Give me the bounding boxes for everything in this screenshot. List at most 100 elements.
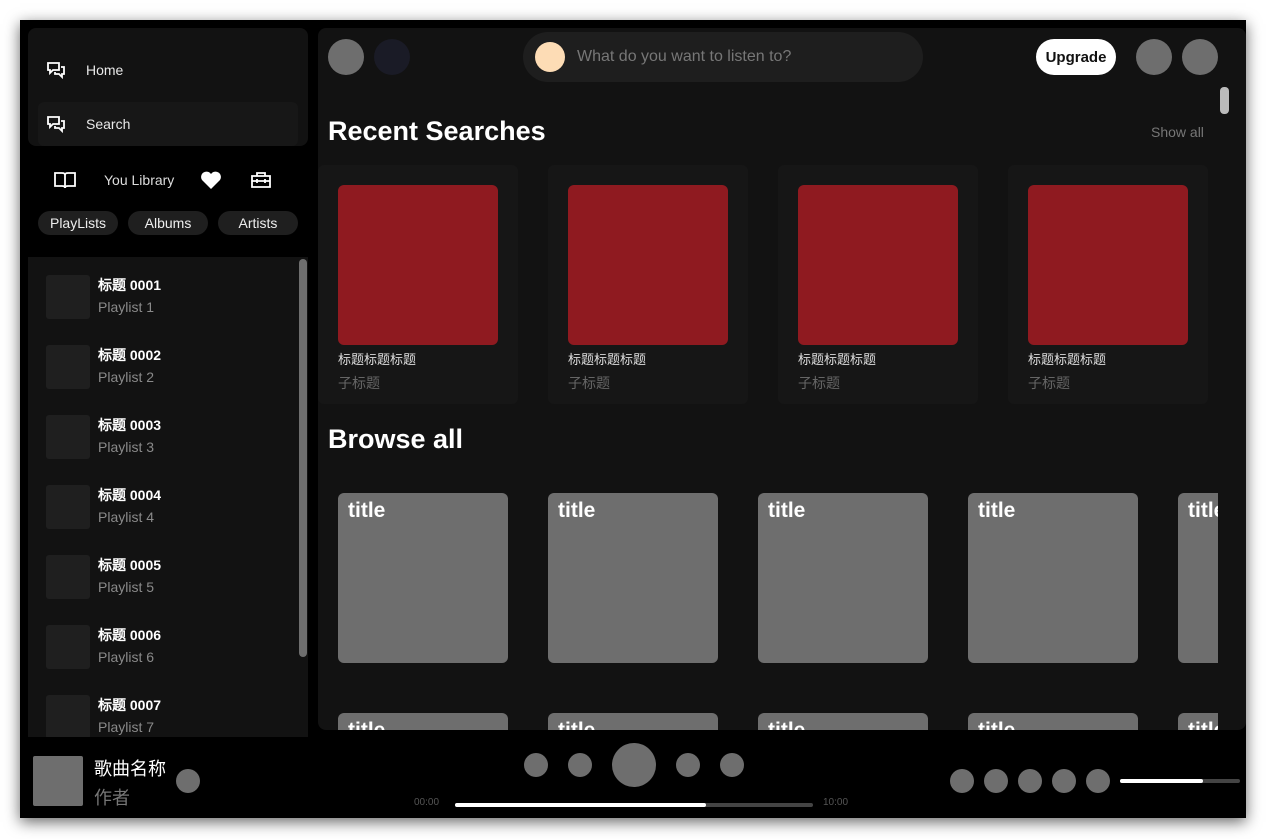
tile-title: title (1188, 499, 1218, 522)
playlist-subtitle: Playlist 2 (98, 369, 155, 385)
playlist-subtitle: Playlist 6 (98, 649, 155, 665)
time-total: 10:00 (823, 797, 849, 808)
playlist-title: 标题 0001 (98, 277, 162, 293)
sidebar-item-label: Search (86, 116, 131, 132)
toolbox-icon[interactable] (250, 171, 272, 189)
sidebar-item-search[interactable]: Search (38, 102, 298, 146)
fullscreen-button[interactable] (1086, 769, 1110, 793)
upgrade-button[interactable]: Upgrade (1036, 39, 1116, 75)
card-image (568, 185, 728, 345)
list-item[interactable]: 标题 0005 Playlist 5 (46, 555, 296, 599)
library-label[interactable]: You Library (104, 172, 174, 188)
list-item[interactable]: 标题 0003 Playlist 3 (46, 415, 296, 459)
playlist-thumbnail (46, 625, 90, 669)
main-content: What do you want to listen to? Upgrade R… (318, 28, 1246, 730)
card-image (338, 185, 498, 345)
volume-fill (1120, 779, 1203, 783)
sidebar-nav: Home Search (28, 28, 308, 146)
lyrics-button[interactable] (950, 769, 974, 793)
tile-title: title (348, 499, 386, 522)
tile-title: title (768, 719, 805, 730)
playlist-title: 标题 0003 (98, 417, 162, 433)
recent-card[interactable]: 标题标题标题 子标题 (1008, 165, 1208, 404)
notifications-button[interactable] (1136, 39, 1172, 75)
tile-title: title (558, 719, 595, 730)
filter-artists[interactable]: Artists (218, 211, 298, 235)
search-icon (535, 42, 565, 72)
browse-tile[interactable]: title (758, 713, 928, 730)
playlist-subtitle: Playlist 1 (98, 299, 155, 315)
list-item[interactable]: 标题 0002 Playlist 2 (46, 345, 296, 389)
playlist-thumbnail (46, 275, 90, 319)
search-input[interactable]: What do you want to listen to? (577, 48, 791, 66)
search-bar[interactable]: What do you want to listen to? (523, 32, 923, 82)
filter-playlists[interactable]: PlayLists (38, 211, 118, 235)
book-icon[interactable] (54, 171, 76, 189)
playlist-title: 标题 0007 (98, 697, 162, 713)
devices-button[interactable] (1018, 769, 1042, 793)
browse-tile[interactable]: title (338, 493, 508, 663)
list-item[interactable]: 标题 0006 Playlist 6 (46, 625, 296, 669)
recent-searches-title: Recent Searches (328, 116, 546, 146)
sidebar-item-home[interactable]: Home (38, 48, 298, 92)
browse-tile[interactable]: title (338, 713, 508, 730)
playlist-title: 标题 0006 (98, 627, 162, 643)
card-subtitle: 子标题 (1028, 375, 1070, 391)
playlist-thumbnail (46, 555, 90, 599)
browse-tile[interactable]: title (968, 493, 1138, 663)
playlist-subtitle: Playlist 4 (98, 509, 155, 525)
card-subtitle: 子标题 (568, 375, 610, 391)
volume-slider[interactable] (1120, 779, 1240, 783)
time-current: 00:00 (414, 797, 440, 808)
previous-button[interactable] (568, 753, 592, 777)
tile-title: title (978, 719, 1015, 730)
sidebar-scrollbar[interactable] (299, 259, 307, 657)
browse-all-title: Browse all (328, 424, 464, 454)
browse-tile[interactable]: title (758, 493, 928, 663)
browse-tile[interactable]: title (1178, 713, 1218, 730)
song-artist[interactable]: 作者 (94, 784, 130, 810)
filter-albums[interactable]: Albums (128, 211, 208, 235)
avatar[interactable] (1182, 39, 1218, 75)
recent-card[interactable]: 标题标题标题 子标题 (548, 165, 748, 404)
browse-tile[interactable]: title (548, 493, 718, 663)
repeat-button[interactable] (720, 753, 744, 777)
back-button[interactable] (328, 39, 364, 75)
playlist-thumbnail (46, 415, 90, 459)
chat-bubbles-icon (47, 116, 65, 134)
browse-tile[interactable]: title (1178, 493, 1218, 663)
card-subtitle: 子标题 (798, 375, 840, 391)
progress-bar[interactable] (455, 803, 813, 807)
app-window: Home Search You Library PlayLists Albums… (20, 20, 1246, 818)
next-button[interactable] (676, 753, 700, 777)
progress-fill (455, 803, 706, 807)
list-item[interactable]: 标题 0004 Playlist 4 (46, 485, 296, 529)
card-image (798, 185, 958, 345)
playlist-list: 标题 0001 Playlist 1 标题 0002 Playlist 2 标题 0… (28, 257, 308, 737)
forward-button[interactable] (374, 39, 410, 75)
main-scrollbar[interactable] (1220, 87, 1229, 114)
playlist-title: 标题 0004 (98, 487, 162, 503)
browse-tile[interactable]: title (968, 713, 1138, 730)
heart-icon[interactable] (200, 170, 222, 190)
browse-tile[interactable]: title (548, 713, 718, 730)
recent-card[interactable]: 标题标题标题 子标题 (318, 165, 518, 404)
player-bar: 歌曲名称 作者 00:00 10:00 (20, 730, 1246, 818)
album-art (33, 756, 83, 806)
show-all-link[interactable]: Show all (1151, 124, 1204, 140)
playlist-thumbnail (46, 345, 90, 389)
playlist-title: 标题 0005 (98, 557, 162, 573)
library-header: You Library (50, 166, 300, 194)
queue-button[interactable] (984, 769, 1008, 793)
mute-button[interactable] (1052, 769, 1076, 793)
recent-card[interactable]: 标题标题标题 子标题 (778, 165, 978, 404)
play-button[interactable] (612, 743, 656, 787)
shuffle-button[interactable] (524, 753, 548, 777)
playlist-thumbnail (46, 485, 90, 529)
card-title: 标题标题标题 (1028, 352, 1107, 367)
list-item[interactable]: 标题 0001 Playlist 1 (46, 275, 296, 319)
card-image (1028, 185, 1188, 345)
song-title[interactable]: 歌曲名称 (94, 755, 166, 781)
like-button[interactable] (176, 769, 200, 793)
sidebar-item-label: Home (86, 62, 124, 78)
